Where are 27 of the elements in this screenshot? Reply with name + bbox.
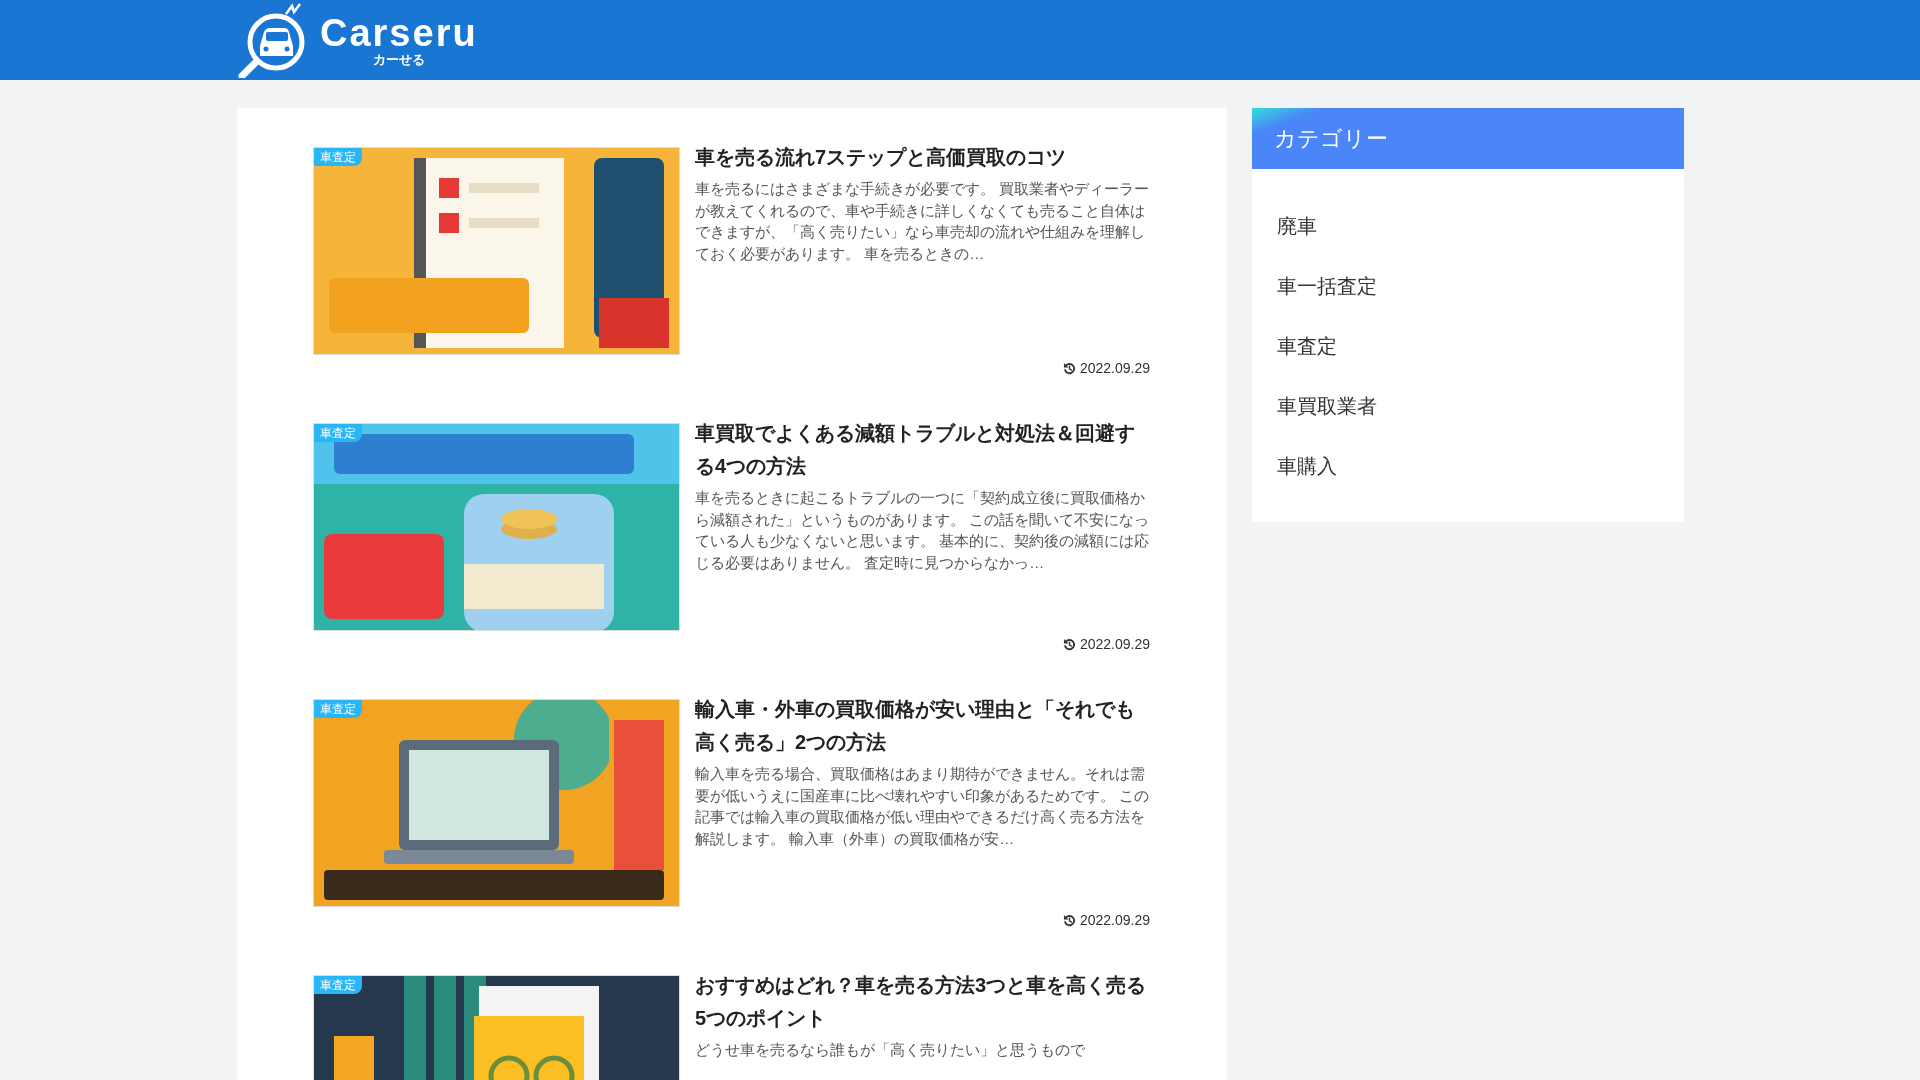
category-link[interactable]: 廃車	[1277, 211, 1317, 241]
article-excerpt: 車を売るにはさまざまな手続きが必要です。 買取業者やディーラーが教えてくれるので、車や手続きに詳しくなくても売ること自体はできますが、「高く売りたい」なら車売却の流れや仕組みを理解しておく必要があります。 車を売るときの…	[695, 179, 1150, 264]
article-title[interactable]: 輸入車・外車の買取価格が安い理由と「それでも高く売る」2つの方法	[695, 693, 1150, 759]
logo-subtext: カーせる	[372, 53, 425, 66]
article-excerpt: 輸入車を売る場合、買取価格はあまり期待ができません。それは需要が低いうえに国産車に比べ壊れやすい印象があるためです。 この記事では輸入車の買取価格が低い理由やできるだけ高く売る方法を解説します。 輸入車（外車）の買取価格が安…	[695, 764, 1150, 849]
article-title[interactable]: 車買取でよくある減額トラブルと対処法＆回避する4つの方法	[695, 417, 1150, 483]
logo-text: Carseru	[320, 14, 478, 52]
article-date: 2022.09.29	[1079, 635, 1150, 654]
article-excerpt: どうせ車を売るなら誰もが「高く売りたい」と思うもので	[695, 1040, 1086, 1060]
category-link[interactable]: 車一括査定	[1277, 271, 1377, 301]
category-link[interactable]: 車買取業者	[1277, 391, 1377, 421]
category-badge: 車査定	[314, 700, 362, 718]
site-logo[interactable]: Carseru カーせる	[236, 2, 478, 78]
update-icon	[1062, 638, 1076, 651]
category-link[interactable]: 車査定	[1277, 331, 1337, 361]
sidebar-title: カテゴリー	[1274, 125, 1388, 153]
category-link[interactable]: 車購入	[1277, 451, 1337, 481]
update-icon	[1062, 362, 1076, 375]
update-icon	[1062, 914, 1076, 927]
category-badge: 車査定	[314, 424, 362, 442]
category-badge: 車査定	[314, 148, 362, 166]
category-badge: 車査定	[314, 976, 362, 994]
article-title[interactable]: 車を売る流れ7ステップと高価買取のコツ	[695, 141, 1150, 174]
article-title[interactable]: おすすめはどれ？車を売る方法3つと車を高く売る5つのポイント	[695, 969, 1150, 1035]
article-date: 2022.09.29	[1079, 359, 1150, 378]
article-excerpt: 車を売るときに起こるトラブルの一つに「契約成立後に買取価格から減額された」というものがあります。 この話を聞いて不安になっている人も少なくないと思います。 基本的に、契約後の減額には応じる必要はありません。 査定時に見つからなかっ…	[695, 488, 1150, 573]
article-date: 2022.09.29	[1079, 911, 1150, 930]
